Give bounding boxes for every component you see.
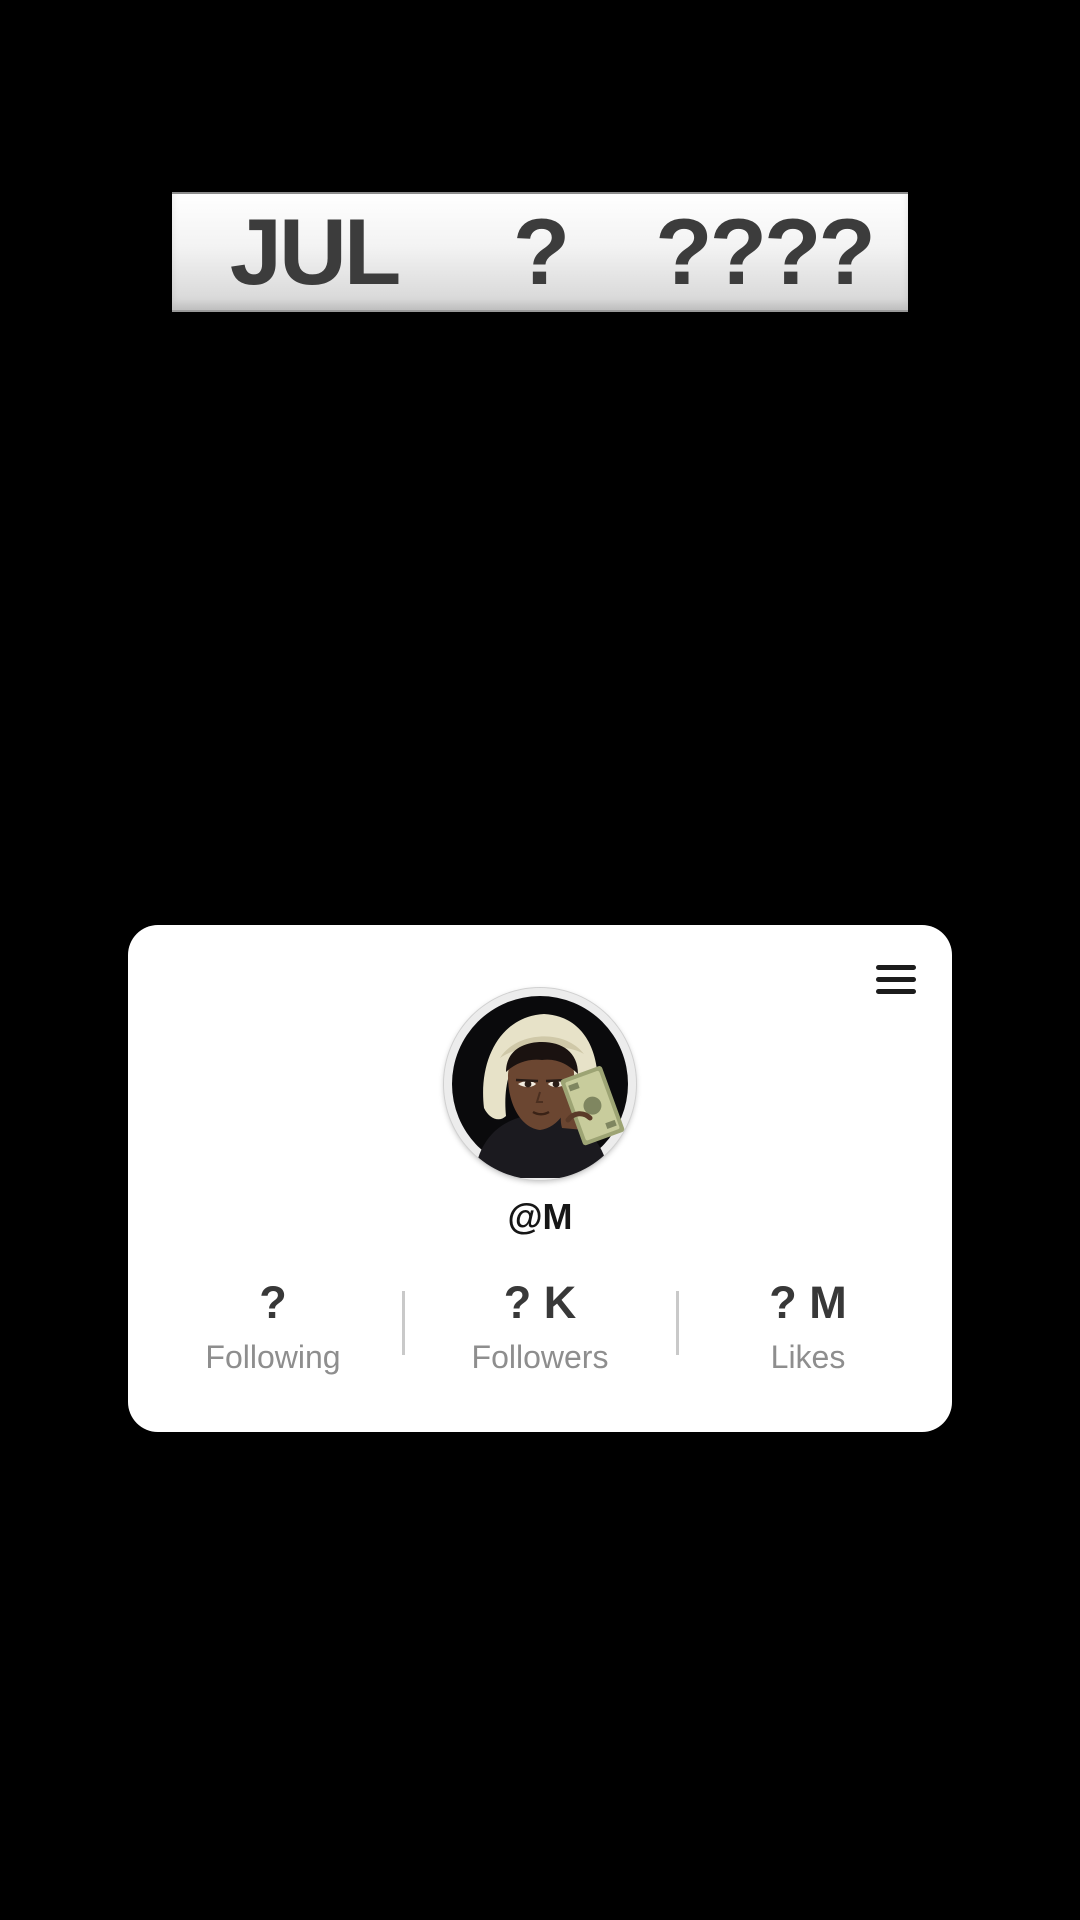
menu-bar — [876, 989, 916, 994]
date-day: ? — [512, 199, 570, 304]
date-month: JUL — [229, 199, 402, 304]
menu-bar — [876, 965, 916, 970]
date-banner: JUL ? ???? — [172, 192, 908, 312]
stat-followers[interactable]: ? K Followers — [415, 1280, 665, 1375]
following-label: Following — [205, 1339, 341, 1375]
stat-following[interactable]: ? Following — [148, 1280, 398, 1375]
following-count: ? — [259, 1277, 287, 1328]
likes-label: Likes — [770, 1339, 846, 1375]
date-year: ???? — [655, 199, 876, 304]
stat-divider — [402, 1291, 405, 1355]
menu-bar — [876, 977, 916, 982]
avatar-image — [444, 988, 636, 1180]
likes-count: ? M — [769, 1277, 847, 1328]
followers-count: ? K — [503, 1277, 577, 1328]
avatar[interactable] — [444, 988, 636, 1180]
screen: JUL ? ???? @M ? Following ? K Followers … — [0, 0, 1080, 1920]
stat-divider — [676, 1291, 679, 1355]
followers-label: Followers — [471, 1339, 609, 1375]
hamburger-menu-icon[interactable] — [876, 963, 916, 997]
username: @M — [507, 1196, 573, 1237]
stat-likes[interactable]: ? M Likes — [683, 1280, 933, 1375]
profile-card: @M ? Following ? K Followers ? M Likes — [128, 925, 952, 1432]
